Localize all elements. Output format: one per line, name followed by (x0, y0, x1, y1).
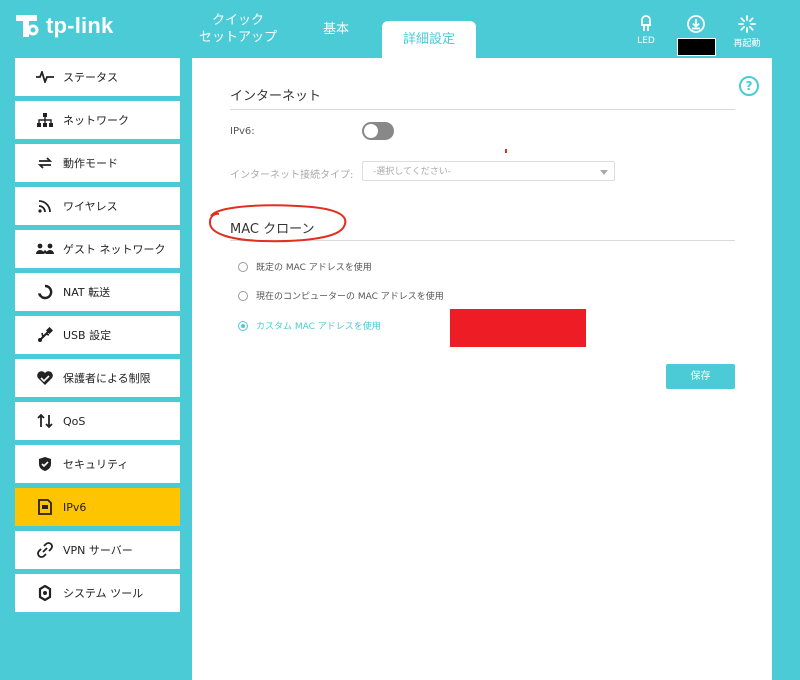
sidebar-item-label: 動作モード (63, 157, 118, 170)
wireless-icon (35, 198, 55, 214)
radio-label: カスタム MAC アドレスを使用 (256, 322, 381, 332)
tab-basic-label: 基本 (322, 21, 349, 37)
sidebar-item-operation-mode[interactable]: 動作モード (15, 144, 180, 182)
radio-label: 現在のコンピューターの MAC アドレスを使用 (256, 292, 444, 302)
sidebar-item-label: QoS (63, 414, 86, 428)
sidebar-item-status[interactable]: ステータス (15, 58, 180, 96)
sidebar-item-network[interactable]: ネットワーク (15, 101, 180, 139)
radio-current-computer-mac[interactable]: 現在のコンピューターの MAC アドレスを使用 (238, 289, 444, 302)
connection-type-label: インターネット接続タイプ: (230, 170, 354, 181)
sidebar-item-qos[interactable]: QoS (15, 402, 180, 440)
divider (230, 240, 735, 241)
save-button[interactable]: 保存 (666, 364, 735, 389)
internet-section-title: インターネット (230, 89, 322, 104)
parental-icon (35, 370, 55, 386)
connection-type-placeholder: -選択してください- (373, 167, 451, 177)
top-bar: tp-link クイック セットアップ 基本 詳細設定 LED 再起動 (0, 0, 800, 58)
nat-icon (35, 284, 55, 300)
connection-type-select[interactable]: -選択してください- (362, 161, 615, 181)
sidebar-item-label: ゲスト ネットワーク (63, 243, 166, 256)
toggle-knob (364, 124, 378, 138)
help-button[interactable]: ? (739, 76, 759, 96)
tab-basic[interactable]: 基本 (300, 0, 372, 58)
sidebar-item-usb-settings[interactable]: USB 設定 (15, 316, 180, 354)
tp-link-logo: tp-link (14, 12, 113, 40)
qos-icon (35, 413, 55, 429)
footer (0, 668, 800, 680)
sidebar-item-nat-forwarding[interactable]: NAT 転送 (15, 273, 180, 311)
tab-quick-setup-line2: セットアップ (198, 30, 277, 45)
sidebar-item-security[interactable]: セキュリティ (15, 445, 180, 483)
sidebar-item-ipv6[interactable]: IPv6 (15, 488, 180, 526)
sidebar-item-label: 保護者による制限 (63, 372, 151, 385)
tp-link-logo-icon (16, 15, 39, 37)
vpn-icon (35, 542, 55, 558)
sidebar: ステータス ネットワーク 動作モード ワイヤレス ゲスト ネットワーク NAT … (15, 58, 180, 617)
tab-advanced-label: 詳細設定 (402, 32, 455, 47)
usb-icon (35, 327, 55, 343)
ipv6-toggle[interactable] (362, 122, 394, 140)
brand-name: tp-link (46, 13, 114, 38)
redacted-label (677, 38, 716, 56)
sidebar-item-label: ステータス (63, 71, 118, 84)
sidebar-item-wireless[interactable]: ワイヤレス (15, 187, 180, 225)
shield-icon (35, 456, 55, 472)
led-button[interactable]: LED (626, 14, 666, 46)
tab-quick-setup-line1: クイック (211, 13, 264, 28)
radio-button[interactable] (238, 261, 248, 272)
radio-custom-mac[interactable]: カスタム MAC アドレスを使用 (238, 319, 381, 332)
divider (230, 109, 735, 110)
radio-label: 既定の MAC アドレスを使用 (256, 263, 372, 273)
radio-default-mac[interactable]: 既定の MAC アドレスを使用 (238, 260, 372, 273)
led-label: LED (637, 36, 655, 46)
sidebar-item-label: ネットワーク (63, 114, 129, 127)
reboot-label: 再起動 (733, 39, 761, 49)
reboot-button[interactable]: 再起動 (727, 14, 767, 49)
sidebar-item-parental-controls[interactable]: 保護者による制限 (15, 359, 180, 397)
sidebar-item-vpn-server[interactable]: VPN サーバー (15, 531, 180, 569)
mac-clone-section-title: MAC クローン (230, 222, 315, 237)
led-icon (641, 15, 651, 31)
chevron-down-icon (600, 170, 608, 175)
gear-icon (35, 585, 55, 601)
custom-mac-input-redacted[interactable] (450, 309, 586, 347)
reboot-icon (738, 15, 756, 33)
network-icon (35, 112, 55, 128)
ipv6-icon (35, 499, 55, 515)
radio-button[interactable] (238, 290, 248, 301)
sidebar-item-label: IPv6 (63, 500, 87, 514)
help-icon: ? (745, 79, 753, 93)
annotation-mark (505, 149, 507, 153)
pulse-icon (35, 69, 55, 85)
sidebar-item-label: NAT 転送 (63, 286, 111, 299)
guest-icon (35, 241, 55, 257)
tab-advanced[interactable]: 詳細設定 (382, 21, 476, 58)
sidebar-item-guest-network[interactable]: ゲスト ネットワーク (15, 230, 180, 268)
sidebar-item-label: USB 設定 (63, 329, 112, 342)
ipv6-label: IPv6: (230, 126, 255, 137)
sidebar-item-label: システム ツール (63, 587, 144, 600)
main-content: ? インターネット IPv6: インターネット接続タイプ: -選択してください-… (192, 58, 772, 680)
sidebar-item-label: VPN サーバー (63, 544, 133, 557)
sidebar-item-label: ワイヤレス (63, 200, 118, 213)
radio-button[interactable] (238, 320, 248, 331)
firmware-update-button[interactable] (676, 14, 716, 36)
mode-icon (35, 155, 55, 171)
sidebar-item-system-tools[interactable]: システム ツール (15, 574, 180, 612)
sidebar-item-label: セキュリティ (63, 458, 129, 471)
update-icon (687, 15, 705, 33)
tab-quick-setup[interactable]: クイックセットアップ (190, 0, 286, 58)
